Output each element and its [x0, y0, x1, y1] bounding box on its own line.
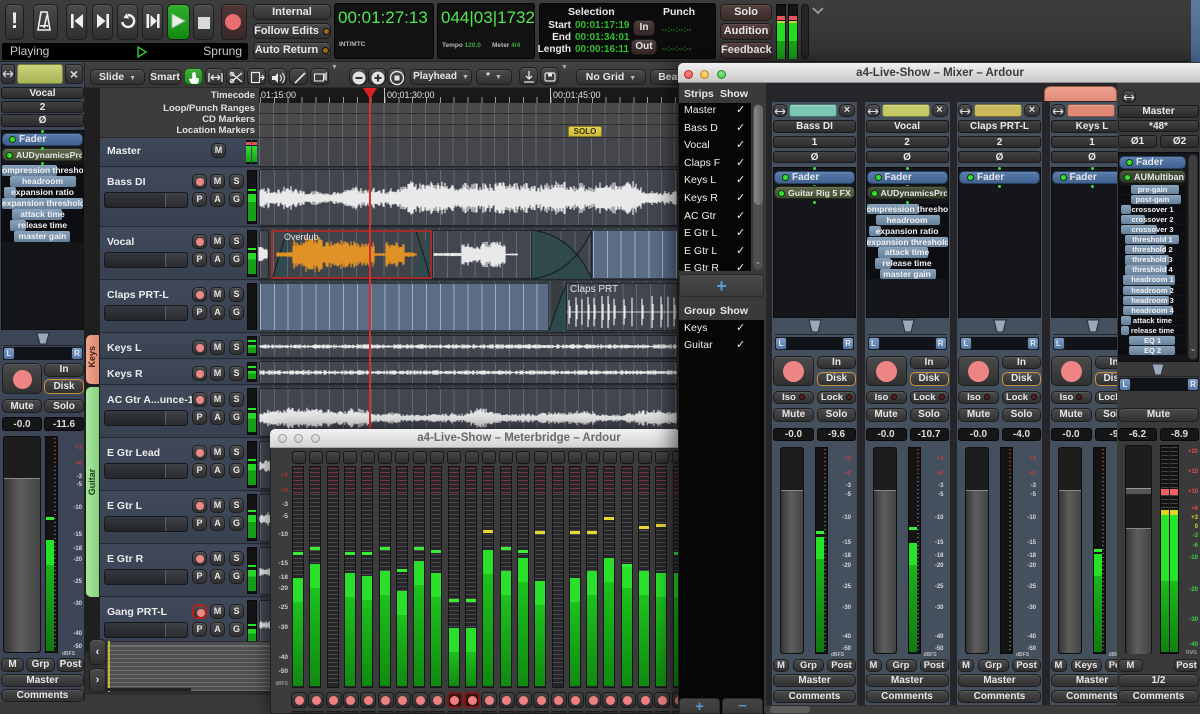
svg-text:Keys: Keys [87, 346, 97, 368]
svg-text:Guitar: Guitar [87, 468, 97, 495]
